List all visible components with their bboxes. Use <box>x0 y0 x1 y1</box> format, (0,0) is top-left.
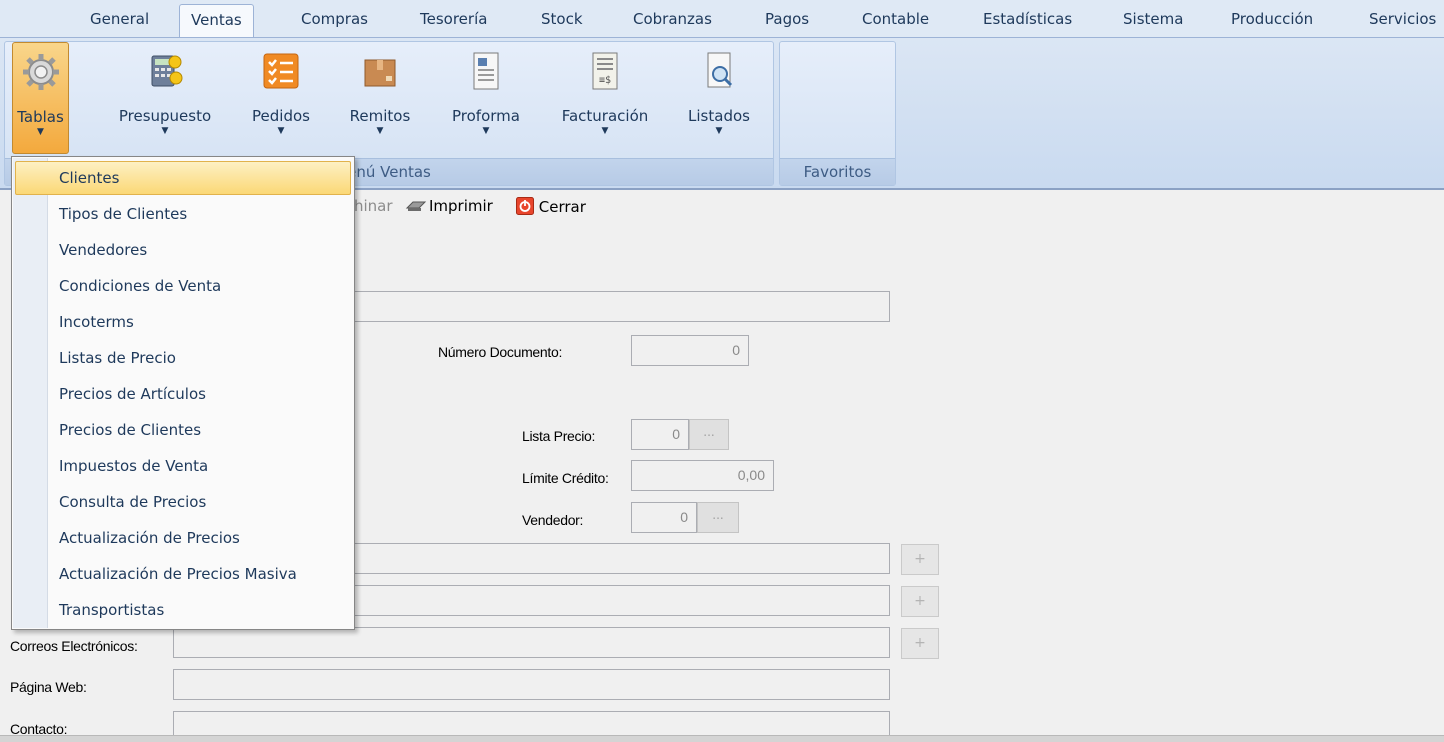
remitos-button[interactable]: Remitos ▼ <box>344 42 416 154</box>
pagina-web-label: Página Web: <box>10 679 87 695</box>
chevron-down-icon: ▼ <box>37 127 44 137</box>
lista-precio-lookup-button[interactable]: ... <box>689 419 729 450</box>
tablas-button[interactable]: Tablas ▼ <box>12 42 69 154</box>
group-favoritos: Favoritos <box>779 41 896 186</box>
printer-icon <box>405 201 427 211</box>
tab-tesoreria[interactable]: Tesorería <box>420 10 487 28</box>
telefono-field[interactable] <box>340 543 890 574</box>
tablas-dropdown-menu: Clientes Tipos de Clientes Vendedores Co… <box>11 156 355 630</box>
fax-add-button[interactable]: + <box>901 586 939 617</box>
chevron-down-icon: ▼ <box>601 126 609 136</box>
vendedor-lookup-button[interactable]: ... <box>697 502 739 533</box>
menu-item-precios-de-clientes[interactable]: Precios de Clientes <box>15 413 351 447</box>
menu-item-vendedores[interactable]: Vendedores <box>15 233 351 267</box>
gear-icon <box>22 54 59 90</box>
menu-item-listas-de-precio[interactable]: Listas de Precio <box>15 341 351 375</box>
chevron-down-icon: ▼ <box>277 126 285 136</box>
lista-precio-label: Lista Precio: <box>522 428 596 444</box>
pagina-web-field[interactable] <box>173 669 890 700</box>
fax-field[interactable] <box>340 585 890 616</box>
proforma-label: Proforma <box>452 107 520 125</box>
menu-item-incoterms[interactable]: Incoterms <box>15 305 351 339</box>
invoice-icon: ≡$ <box>592 52 618 90</box>
tab-servicios[interactable]: Servicios <box>1369 10 1436 28</box>
menu-item-consulta-de-precios[interactable]: Consulta de Precios <box>15 485 351 519</box>
menu-item-precios-de-articulos[interactable]: Precios de Artículos <box>15 377 351 411</box>
cerrar-label: Cerrar <box>538 198 586 216</box>
pedidos-button[interactable]: Pedidos ▼ <box>246 42 316 154</box>
remitos-label: Remitos <box>349 107 411 125</box>
box-icon <box>364 59 396 87</box>
numero-documento-field[interactable]: 0 <box>631 335 749 366</box>
vendedor-label: Vendedor: <box>522 512 584 528</box>
cerrar-button[interactable]: Cerrar <box>516 197 586 216</box>
tab-estadisticas[interactable]: Estadísticas <box>983 10 1072 28</box>
menu-item-clientes[interactable]: Clientes <box>15 161 351 195</box>
tab-cobranzas[interactable]: Cobranzas <box>633 10 712 28</box>
tab-pagos[interactable]: Pagos <box>765 10 809 28</box>
menu-item-condiciones-de-venta[interactable]: Condiciones de Venta <box>15 269 351 303</box>
tab-sistema[interactable]: Sistema <box>1123 10 1183 28</box>
nombre-field[interactable] <box>340 291 890 322</box>
menu-item-transportistas[interactable]: Transportistas <box>15 593 351 627</box>
chevron-down-icon: ▼ <box>376 126 384 136</box>
checklist-icon <box>263 53 299 89</box>
calculator-coins-icon <box>151 55 183 87</box>
menu-item-actualizacion-masiva[interactable]: Actualización de Precios Masiva <box>15 557 351 591</box>
pedidos-label: Pedidos <box>252 107 310 125</box>
facturacion-button[interactable]: ≡$ Facturación ▼ <box>555 42 655 154</box>
imprimir-label: Imprimir <box>429 197 493 215</box>
correos-label: Correos Electrónicos: <box>10 638 138 654</box>
group-favoritos-label: Favoritos <box>780 158 895 185</box>
tab-produccion[interactable]: Producción <box>1231 10 1313 28</box>
imprimir-button[interactable]: Imprimir <box>405 197 493 215</box>
limite-credito-label: Límite Crédito: <box>522 470 609 486</box>
presupuesto-label: Presupuesto <box>118 107 212 125</box>
tab-compras[interactable]: Compras <box>301 10 368 28</box>
menu-item-impuestos-de-venta[interactable]: Impuestos de Venta <box>15 449 351 483</box>
chevron-down-icon: ▼ <box>715 126 723 136</box>
facturacion-label: Facturación <box>561 107 649 125</box>
tab-ventas[interactable]: Ventas <box>179 4 254 38</box>
numero-documento-label: Número Documento: <box>438 344 563 360</box>
ribbon-tab-bar: General Ventas Compras Tesorería Stock C… <box>0 0 1444 38</box>
presupuesto-button[interactable]: Presupuesto ▼ <box>112 42 218 154</box>
power-icon <box>516 197 534 215</box>
status-bar <box>0 735 1444 742</box>
menu-item-tipos-de-clientes[interactable]: Tipos de Clientes <box>15 197 351 231</box>
proforma-button[interactable]: Proforma ▼ <box>445 42 527 154</box>
lista-precio-field[interactable]: 0 <box>631 419 689 450</box>
correos-field[interactable] <box>173 627 890 658</box>
tab-stock[interactable]: Stock <box>541 10 583 28</box>
document-icon <box>473 52 499 90</box>
svg-text:≡$: ≡$ <box>599 75 611 86</box>
limite-credito-field[interactable]: 0,00 <box>631 460 774 491</box>
chevron-down-icon: ▼ <box>482 126 490 136</box>
tab-contable[interactable]: Contable <box>862 10 929 28</box>
vendedor-field[interactable]: 0 <box>631 502 697 533</box>
telefono-add-button[interactable]: + <box>901 544 939 575</box>
tab-general[interactable]: General <box>90 10 149 28</box>
tablas-label: Tablas <box>17 108 64 126</box>
menu-item-actualizacion-de-precios[interactable]: Actualización de Precios <box>15 521 351 555</box>
listados-button[interactable]: Listados ▼ <box>683 42 755 154</box>
chevron-down-icon: ▼ <box>161 126 169 136</box>
listados-label: Listados <box>688 107 750 125</box>
correos-add-button[interactable]: + <box>901 628 939 659</box>
eliminar-button[interactable]: hinar <box>354 197 393 215</box>
magnifier-document-icon <box>707 52 733 88</box>
